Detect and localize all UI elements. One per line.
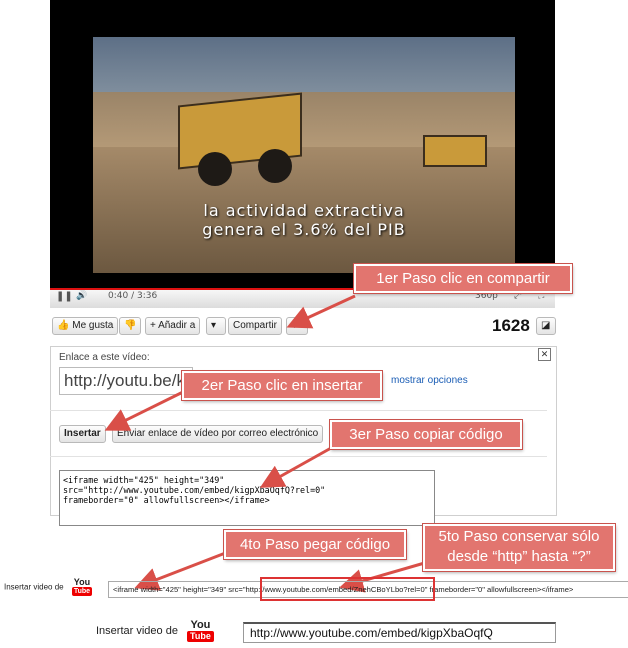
callout-step4: 4to Paso pegar código: [224, 530, 406, 559]
callout-step5-line1: 5to Paso conservar sólo: [438, 528, 600, 545]
video-url-input[interactable]: http://www.youtube.com/embed/kigpXbaOqfQ: [243, 622, 556, 643]
youtube-logo: You Tube: [71, 577, 93, 596]
youtube-logo: You Tube: [187, 620, 214, 642]
callout-step3: 3er Paso copiar código: [330, 420, 522, 449]
callout-step2: 2er Paso clic en insertar: [182, 371, 382, 400]
callout-step5: 5to Paso conservar sólo desde “http” has…: [423, 524, 615, 571]
arrow-step3: [259, 441, 341, 488]
arrow-step1: [286, 294, 356, 329]
insert-video-label: Insertar video de: [4, 582, 64, 592]
insert-video-label: Insertar video de: [96, 625, 178, 637]
insert-video-row: Insertar video de You Tube: [4, 577, 93, 596]
arrow-step2: [104, 389, 186, 431]
insert-video-row-final: Insertar video de You Tube: [96, 620, 214, 642]
callout-step5-line2: desde “http” hasta “?”: [447, 548, 591, 565]
callout-step1: 1er Paso clic en compartir: [354, 264, 572, 293]
url-highlight-box: [260, 577, 435, 601]
